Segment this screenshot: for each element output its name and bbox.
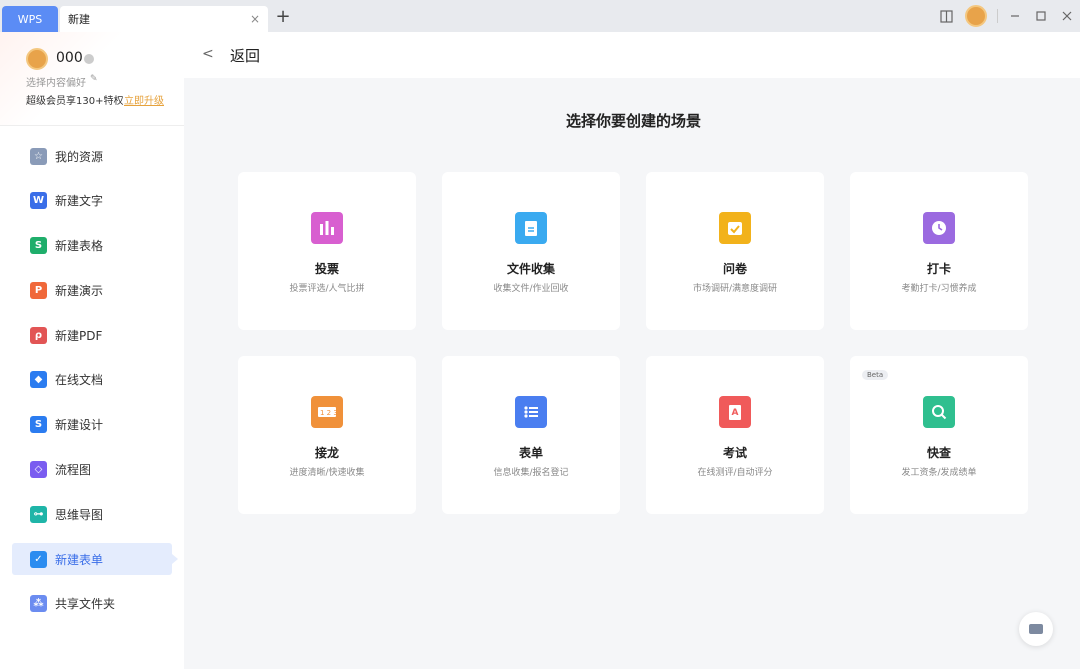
svg-text:1 2 3: 1 2 3 [320,409,337,417]
card-subtitle: 在线测评/自动评分 [697,468,773,478]
vip-promo: 超级会员享130+特权 [26,96,124,107]
sidebar-item-label: 流程图 [55,463,92,478]
divider [997,9,998,23]
card-subtitle: 进度清晰/快速收集 [289,468,365,478]
sidebar-item-label: 在线文档 [55,373,104,388]
card-title: 问卷 [722,262,747,276]
edit-icon[interactable]: ✎ [90,74,98,84]
title-bar: WPS 新建 × + [0,0,1080,32]
layout-icon[interactable] [933,3,959,29]
page-title: 选择你要创建的场景 [566,112,702,130]
sidebar-item[interactable]: ☆ 我的资源 [12,140,172,172]
scene-card[interactable]: A 考试在线测评/自动评分 [646,356,824,514]
back-button[interactable]: 返回 [230,45,260,66]
scene-card[interactable]: 问卷市场调研/满意度调研 [646,172,824,330]
sidebar-item[interactable]: S 新建设计 [12,409,172,441]
sidebar-item-label: 新建演示 [55,283,104,298]
card-title: 表单 [518,446,543,460]
sidebar-item[interactable]: ✓ 新建表单 [12,543,178,576]
sidebar-item-label: 新建PDF [55,328,103,343]
slides-icon: P [30,281,47,299]
card-subtitle: 收集文件/作业回收 [493,284,569,294]
profile-panel: 000 选择内容偏好 ✎ 超级会员享130+特权 立即升级 [0,32,184,126]
design-icon: S [30,416,47,434]
word-icon: W [30,192,47,210]
chat-button[interactable] [1019,612,1053,646]
sheet-icon: S [30,237,47,255]
exam-icon: A [719,396,751,428]
card-subtitle: 发工资条/发成绩单 [901,468,977,478]
sidebar-item[interactable]: W 新建文字 [12,185,172,217]
scene-card[interactable]: Beta 快查发工资条/发成绩单 [850,356,1028,514]
checkin-icon [923,212,955,244]
sidebar-item[interactable]: P 新建演示 [12,274,172,306]
sidebar-item[interactable]: ⁂ 共享文件夹 [12,588,172,620]
survey-icon [719,212,751,244]
chevron-left-icon[interactable]: < [202,46,214,62]
sidebar-nav: ☆ 我的资源 W 新建文字 S 新建表格 P 新建演示 ρ 新建PDF ◆ 在线文档 S 新建设计 ◇ 流程图… [12,140,178,633]
form-list-icon [515,396,547,428]
shared-folder-icon: ⁂ [30,595,47,613]
sidebar-item-label: 新建表格 [55,239,104,254]
window-controls [933,0,1080,32]
scene-card[interactable]: 表单信息收集/报名登记 [442,356,620,514]
chat-icon [1029,624,1043,634]
card-title: 投票 [314,262,339,276]
card-title: 打卡 [926,262,951,276]
back-bar: < 返回 [184,32,1080,78]
sidebar-item-label: 思维导图 [55,507,104,522]
card-subtitle: 考勤打卡/习惯养成 [901,284,977,294]
scene-card[interactable]: 文件收集收集文件/作业回收 [442,172,620,330]
scene-card[interactable]: 打卡考勤打卡/习惯养成 [850,172,1028,330]
flowchart-icon: ◇ [30,461,47,479]
quick-search-icon [923,396,955,428]
card-subtitle: 投票评选/人气比拼 [289,284,365,294]
card-subtitle: 市场调研/满意度调研 [692,284,778,294]
user-badge-icon [84,54,94,64]
relay-icon: 1 2 3 [311,396,343,428]
avatar[interactable] [26,48,48,70]
beta-badge: Beta [862,370,889,380]
username: 000 [56,50,83,66]
close-window-icon[interactable] [1054,3,1080,29]
card-title: 快查 [926,446,951,460]
upgrade-link[interactable]: 立即升级 [124,92,164,107]
sidebar-item-label: 新建表单 [55,552,104,567]
account-avatar[interactable] [965,5,987,27]
add-tab-button[interactable]: + [274,8,292,26]
card-subtitle: 信息收集/报名登记 [493,468,569,478]
sidebar: 000 选择内容偏好 ✎ 超级会员享130+特权 立即升级 ☆ 我的资源 W 新建文字… [0,32,184,669]
file-collect-icon [515,212,547,244]
sidebar-item[interactable]: ρ 新建PDF [12,319,172,351]
form-icon: ✓ [30,550,47,568]
card-title: 接龙 [314,446,339,460]
tab-new-label: 新建 [68,13,90,26]
minimize-icon[interactable] [1002,3,1028,29]
star-icon: ☆ [30,147,47,165]
vote-icon [311,212,343,244]
sidebar-item[interactable]: ◇ 流程图 [12,454,172,486]
scene-card[interactable]: 投票投票评选/人气比拼 [238,172,416,330]
sidebar-item-label: 新建设计 [55,418,104,433]
sidebar-item-label: 共享文件夹 [55,597,116,612]
scene-card[interactable]: 1 2 3 接龙进度清晰/快速收集 [238,356,416,514]
content-preference[interactable]: 选择内容偏好 [26,74,86,89]
online-doc-icon: ◆ [30,371,47,389]
tab-new[interactable]: 新建 × [60,6,268,32]
sidebar-item[interactable]: ⊶ 思维导图 [12,498,172,530]
close-tab-icon[interactable]: × [248,12,262,26]
sidebar-item-label: 新建文字 [55,194,104,209]
card-title: 文件收集 [506,262,555,276]
sidebar-item-label: 我的资源 [55,149,104,164]
sidebar-item[interactable]: ◆ 在线文档 [12,364,172,396]
card-title: 考试 [722,446,747,460]
svg-text:A: A [732,408,739,418]
maximize-icon[interactable] [1028,3,1054,29]
pdf-icon: ρ [30,326,47,344]
mindmap-icon: ⊶ [30,505,47,523]
tab-wps[interactable]: WPS [2,6,58,32]
sidebar-item[interactable]: S 新建表格 [12,230,172,262]
